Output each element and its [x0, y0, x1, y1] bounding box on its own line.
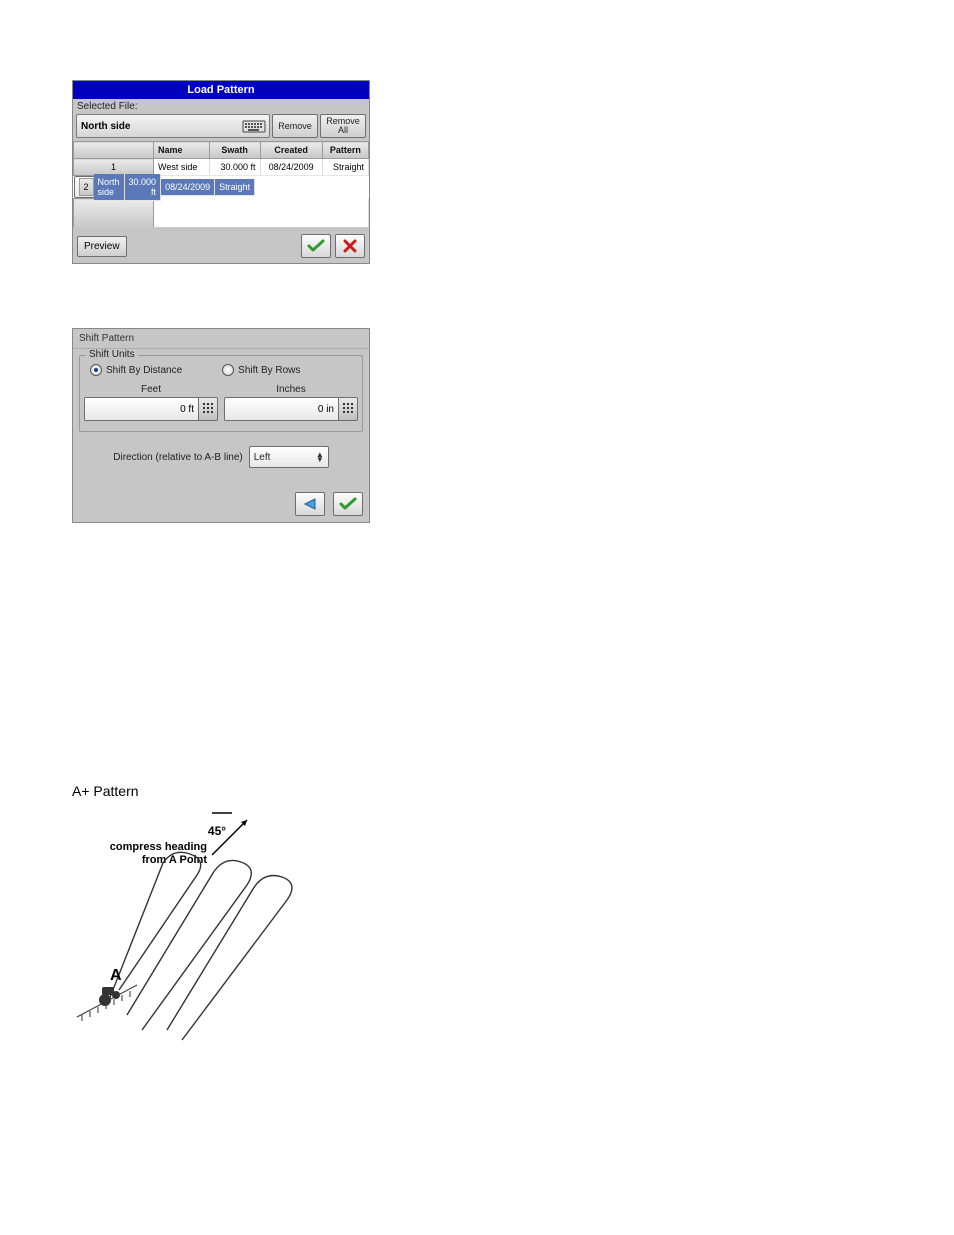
keypad-icon[interactable]: [198, 398, 217, 420]
feet-input[interactable]: 0 ft: [84, 397, 218, 421]
radio-dot-icon: [90, 364, 102, 376]
preview-button[interactable]: Preview: [77, 236, 127, 257]
col-created: Created: [260, 142, 322, 159]
cancel-button[interactable]: [335, 234, 365, 258]
confirm-button[interactable]: [333, 492, 363, 516]
angle-label: 45°: [208, 824, 226, 838]
load-pattern-dialog: Load Pattern Selected File: North side R…: [72, 80, 370, 264]
remove-all-button[interactable]: Remove All: [320, 114, 366, 138]
close-icon: [343, 239, 357, 253]
keypad-icon[interactable]: [338, 398, 357, 420]
remove-button[interactable]: Remove: [272, 114, 318, 138]
table-row[interactable]: 2 North side 30.000 ft 08/24/2009 Straig…: [74, 176, 154, 198]
aplus-heading: A+ Pattern: [72, 783, 954, 799]
pattern-table: Name Swath Created Pattern 1 West side 3…: [73, 141, 369, 228]
aplus-diagram: 45° compress heading from A Point: [72, 805, 362, 1055]
col-pattern: Pattern: [322, 142, 368, 159]
confirm-button[interactable]: [301, 234, 331, 258]
feet-label: Feet: [84, 384, 218, 395]
keyboard-icon: [242, 118, 266, 134]
stepper-arrows-icon: ▲▼: [316, 452, 324, 462]
check-icon: [307, 239, 325, 253]
check-icon: [339, 497, 357, 511]
radio-dot-icon: [222, 364, 234, 376]
arrow-left-icon: [302, 497, 318, 511]
inches-input[interactable]: 0 in: [224, 397, 358, 421]
table-row: [74, 199, 369, 228]
inches-label: Inches: [224, 384, 358, 395]
direction-value: Left: [254, 452, 271, 463]
load-pattern-title: Load Pattern: [73, 81, 369, 99]
shift-pattern-title: Shift Pattern: [73, 329, 369, 349]
inches-value: 0 in: [225, 398, 338, 420]
col-index: [74, 142, 154, 159]
caption-line2: from A Point: [142, 854, 208, 866]
radio-shift-by-distance[interactable]: Shift By Distance: [90, 364, 182, 376]
back-button[interactable]: [295, 492, 325, 516]
direction-select[interactable]: Left ▲▼: [249, 446, 329, 468]
selected-file-field[interactable]: North side: [76, 114, 270, 138]
selected-file-value: North side: [77, 121, 242, 132]
point-a-label: A: [110, 967, 122, 984]
col-swath: Swath: [209, 142, 260, 159]
feet-value: 0 ft: [85, 398, 198, 420]
selected-file-label: Selected File:: [73, 99, 369, 112]
shift-units-legend: Shift Units: [86, 349, 138, 360]
direction-label: Direction (relative to A-B line): [113, 452, 243, 463]
shift-pattern-dialog: Shift Pattern Shift Units Shift By Dista…: [72, 328, 370, 523]
radio-shift-by-rows[interactable]: Shift By Rows: [222, 364, 300, 376]
shift-units-fieldset: Shift Units Shift By Distance Shift By R…: [79, 355, 363, 432]
caption-line1: compress heading: [110, 841, 207, 853]
col-name: Name: [154, 142, 210, 159]
